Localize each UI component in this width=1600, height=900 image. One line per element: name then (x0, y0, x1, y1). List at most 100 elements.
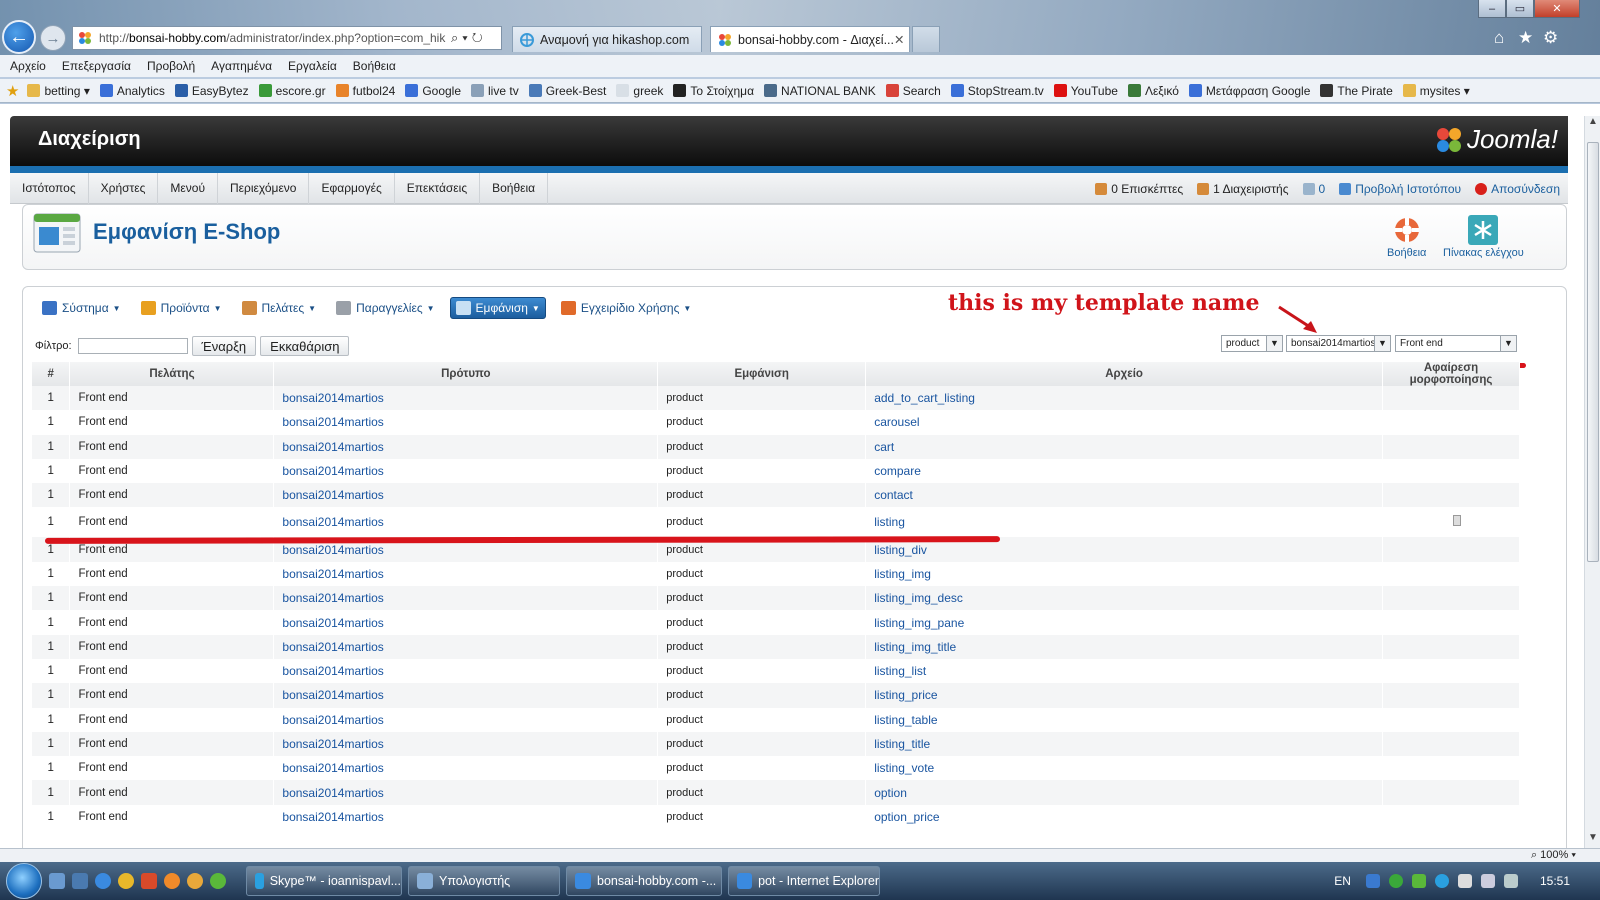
forward-button[interactable]: → (40, 25, 66, 51)
row-template-link[interactable]: bonsai2014martios (282, 810, 383, 824)
col-template[interactable]: Πρότυπο (273, 362, 659, 386)
row-template-link[interactable]: bonsai2014martios (282, 664, 383, 678)
row-file-link[interactable]: listing_img (874, 567, 931, 581)
app-icon[interactable] (141, 873, 157, 889)
row-template-link[interactable]: bonsai2014martios (282, 616, 383, 630)
utorrent-icon[interactable] (210, 873, 226, 889)
new-tab-button[interactable] (912, 26, 940, 52)
scroll-down-icon[interactable]: ▼ (1585, 832, 1600, 848)
messages-status[interactable]: 0 (1302, 182, 1325, 196)
favorite-link[interactable]: greek (616, 84, 663, 98)
row-template-link[interactable]: bonsai2014martios (282, 640, 383, 654)
row-template-link[interactable]: bonsai2014martios (282, 543, 383, 557)
admin-menu-item[interactable]: Βοήθεια (480, 172, 549, 204)
row-file-link[interactable]: option_price (874, 810, 939, 824)
browser-menu-item[interactable]: Αρχείο (10, 59, 46, 73)
filter-input[interactable] (77, 338, 188, 354)
skype-icon[interactable] (1434, 874, 1449, 888)
taskbar-task[interactable]: Υπολογιστής (408, 866, 560, 896)
row-file-link[interactable]: add_to_cart_listing (874, 391, 975, 405)
row-file-link[interactable]: listing_img_title (874, 640, 956, 654)
col-view[interactable]: Εμφάνιση (657, 362, 867, 386)
submenu-item[interactable]: Παραγγελίες ▼ (331, 298, 439, 318)
view-type-select[interactable]: product ▼ (1221, 335, 1283, 352)
tray-icon[interactable] (1388, 874, 1403, 888)
favorite-link[interactable]: EasyBytez (174, 84, 249, 98)
admins-status[interactable]: 1 Διαχειριστής (1197, 182, 1289, 196)
favorites-star-icon[interactable]: ★ (1518, 28, 1533, 48)
favorite-link[interactable]: Greek-Best (528, 84, 606, 98)
row-file-link[interactable]: listing_price (874, 688, 937, 702)
back-button[interactable]: ← (2, 20, 36, 54)
browser-menu-item[interactable]: Επεξεργασία (62, 59, 131, 73)
visitors-status[interactable]: 0 Επισκέπτες (1095, 182, 1183, 196)
row-file-link[interactable]: listing_div (874, 543, 927, 557)
row-template-link[interactable]: bonsai2014martios (282, 688, 383, 702)
admin-menu-item[interactable]: Χρήστες (89, 172, 159, 204)
row-file-link[interactable]: listing_title (874, 737, 930, 751)
row-template-link[interactable]: bonsai2014martios (282, 567, 383, 581)
admin-menu-item[interactable]: Επεκτάσεις (395, 172, 481, 204)
network-icon[interactable] (1503, 874, 1518, 888)
col-client[interactable]: Πελάτης (69, 362, 275, 386)
submenu-item[interactable]: Εγχειρίδιο Χρήσης ▼ (556, 298, 696, 318)
admin-menu-item[interactable]: Μενού (158, 172, 219, 204)
scroll-up-icon[interactable]: ▲ (1585, 116, 1600, 132)
favorite-link[interactable]: YouTube (1053, 84, 1118, 98)
row-file-link[interactable]: carousel (874, 415, 919, 429)
scroll-thumb[interactable] (1587, 142, 1599, 562)
address-bar-buttons[interactable]: ⌕▾↻ (451, 30, 501, 46)
row-template-link[interactable]: bonsai2014martios (282, 591, 383, 605)
show-desktop-icon[interactable] (49, 873, 65, 889)
preview-site-link[interactable]: Προβολή Ιστοτόπου (1339, 182, 1461, 196)
zoom-level[interactable]: ⌕ 100% ▾ (1531, 849, 1576, 862)
favorite-link[interactable]: Λεξικό (1127, 84, 1179, 98)
row-template-link[interactable]: bonsai2014martios (282, 786, 383, 800)
maximize-button[interactable]: ▭ (1506, 0, 1534, 18)
row-template-link[interactable]: bonsai2014martios (282, 737, 383, 751)
favorite-link[interactable]: NATIONAL BANK (764, 84, 876, 98)
tray-icon[interactable] (1365, 874, 1380, 888)
row-template-link[interactable]: bonsai2014martios (282, 391, 383, 405)
filter-go-button[interactable]: Έναρξη (191, 336, 257, 356)
tray-icon[interactable] (1457, 874, 1472, 888)
favorite-link[interactable]: Μετάφραση Google (1188, 84, 1310, 98)
language-indicator[interactable]: EN (1334, 874, 1351, 888)
browser-menu-item[interactable]: Βοήθεια (353, 59, 396, 73)
row-template-link[interactable]: bonsai2014martios (282, 713, 383, 727)
favorite-link[interactable]: escore.gr (258, 84, 326, 98)
submenu-item[interactable]: Πελάτες ▼ (237, 298, 322, 318)
row-file-link[interactable]: listing (874, 515, 905, 529)
row-template-link[interactable]: bonsai2014martios (282, 440, 383, 454)
row-template-link[interactable]: bonsai2014martios (282, 464, 383, 478)
row-file-link[interactable]: contact (874, 488, 913, 502)
row-file-link[interactable]: listing_list (874, 664, 926, 678)
row-file-link[interactable]: cart (874, 440, 894, 454)
home-icon[interactable]: ⌂ (1494, 28, 1504, 48)
chrome-icon[interactable] (118, 873, 134, 889)
col-remove-custom[interactable]: Αφαίρεση μορφοποίησης (1382, 362, 1521, 386)
row-template-link[interactable]: bonsai2014martios (282, 515, 383, 529)
minimize-button[interactable]: ‒ (1478, 0, 1506, 18)
firefox-icon[interactable] (164, 873, 180, 889)
template-select[interactable]: bonsai2014martios ▼ (1286, 335, 1391, 352)
browser-menu-item[interactable]: Αγαπημένα (211, 59, 272, 73)
settings-gear-icon[interactable]: ⚙ (1543, 28, 1558, 48)
row-file-link[interactable]: listing_img_desc (874, 591, 963, 605)
close-tab-icon[interactable]: ✕ (894, 32, 904, 47)
logout-link[interactable]: Αποσύνδεση (1475, 182, 1560, 196)
tray-icon[interactable] (1411, 874, 1426, 888)
client-select[interactable]: Front end ▼ (1395, 335, 1517, 352)
app-icon[interactable] (187, 873, 203, 889)
favorite-link[interactable]: futbol24 (335, 84, 395, 98)
taskbar-task[interactable]: pot - Internet Explorer (728, 866, 880, 896)
admin-menu-item[interactable]: Περιεχόμενο (218, 172, 310, 204)
favorite-link[interactable]: Το Στοίχημα (673, 84, 754, 98)
row-file-link[interactable]: listing_table (874, 713, 937, 727)
browser-menu-item[interactable]: Εργαλεία (288, 59, 337, 73)
row-template-link[interactable]: bonsai2014martios (282, 488, 383, 502)
admin-menu-item[interactable]: Ιστότοπος (10, 172, 89, 204)
favorite-link[interactable]: Google (405, 84, 461, 98)
control-panel-button[interactable]: Πίνακας ελέγχου (1443, 215, 1524, 259)
favorite-link[interactable]: mysites ▾ (1402, 84, 1470, 98)
